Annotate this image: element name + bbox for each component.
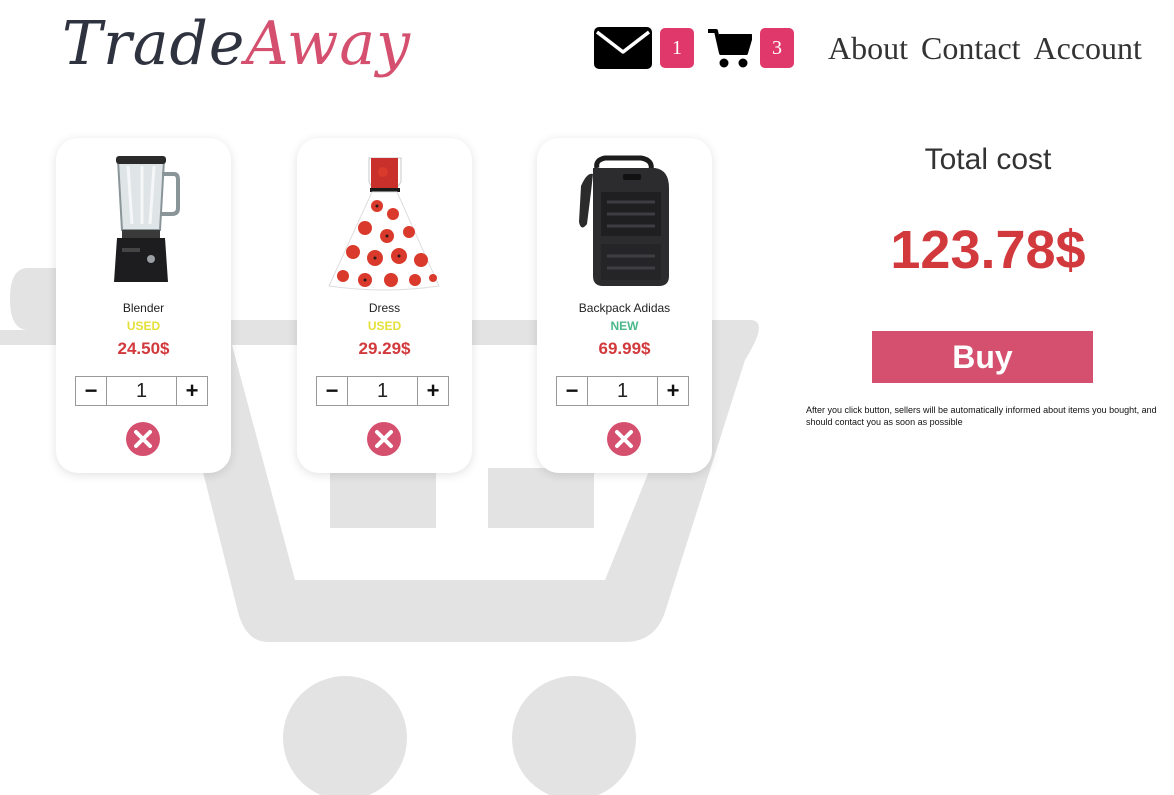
product-price: 29.29$ xyxy=(358,339,411,358)
total-cost-label: Total cost xyxy=(924,143,1052,176)
quantity-stepper: − 1 + xyxy=(75,376,208,406)
product-condition-badge: USED xyxy=(367,319,402,333)
product-name: Blender xyxy=(122,301,165,315)
cart-item-card: Backpack Adidas NEW 69.99$ − 1 + xyxy=(537,138,712,473)
mail-icon[interactable] xyxy=(594,27,652,69)
product-condition-badge: USED xyxy=(126,319,161,333)
buy-button[interactable]: Buy xyxy=(872,331,1093,383)
product-name: Dress xyxy=(368,301,401,315)
product-name: Backpack Adidas xyxy=(578,301,671,315)
product-condition-badge: NEW xyxy=(610,319,639,333)
cart-item-card: Blender USED 24.50$ − 1 + xyxy=(56,138,231,473)
remove-item-icon[interactable] xyxy=(125,421,161,457)
nav-account[interactable]: Account xyxy=(1034,28,1142,68)
quantity-stepper: − 1 + xyxy=(556,376,689,406)
increment-button[interactable]: + xyxy=(417,377,448,405)
increment-button[interactable]: + xyxy=(657,377,688,405)
logo[interactable]: TradeAway xyxy=(62,4,411,84)
product-price: 24.50$ xyxy=(117,339,170,358)
product-price: 69.99$ xyxy=(598,339,651,358)
decrement-button[interactable]: − xyxy=(317,377,348,405)
decrement-button[interactable]: − xyxy=(557,377,588,405)
nav-contact[interactable]: Contact xyxy=(921,28,1021,68)
cart-icon[interactable] xyxy=(708,27,752,69)
remove-item-icon[interactable] xyxy=(366,421,402,457)
dress-image xyxy=(328,157,440,291)
nav-about[interactable]: About xyxy=(828,28,908,68)
quantity-input[interactable]: 1 xyxy=(588,377,657,405)
quantity-input[interactable]: 1 xyxy=(107,377,176,405)
increment-button[interactable]: + xyxy=(176,377,207,405)
remove-item-icon[interactable] xyxy=(606,421,642,457)
blender-image xyxy=(114,156,180,282)
quantity-stepper: − 1 + xyxy=(316,376,449,406)
quantity-input[interactable]: 1 xyxy=(348,377,417,405)
backpack-image xyxy=(579,155,669,286)
buy-info-note: After you click button, sellers will be … xyxy=(806,405,1157,427)
messages-count-badge[interactable]: 1 xyxy=(660,28,694,68)
main-nav: About Contact Account xyxy=(828,28,1142,68)
cart-count-badge[interactable]: 3 xyxy=(760,28,794,68)
decrement-button[interactable]: − xyxy=(76,377,107,405)
total-cost-value: 123.78$ xyxy=(890,220,1086,280)
logo-away: Away xyxy=(245,9,412,79)
logo-trade: Trade xyxy=(62,9,246,79)
cart-item-card: Dress USED 29.29$ − 1 + xyxy=(297,138,472,473)
